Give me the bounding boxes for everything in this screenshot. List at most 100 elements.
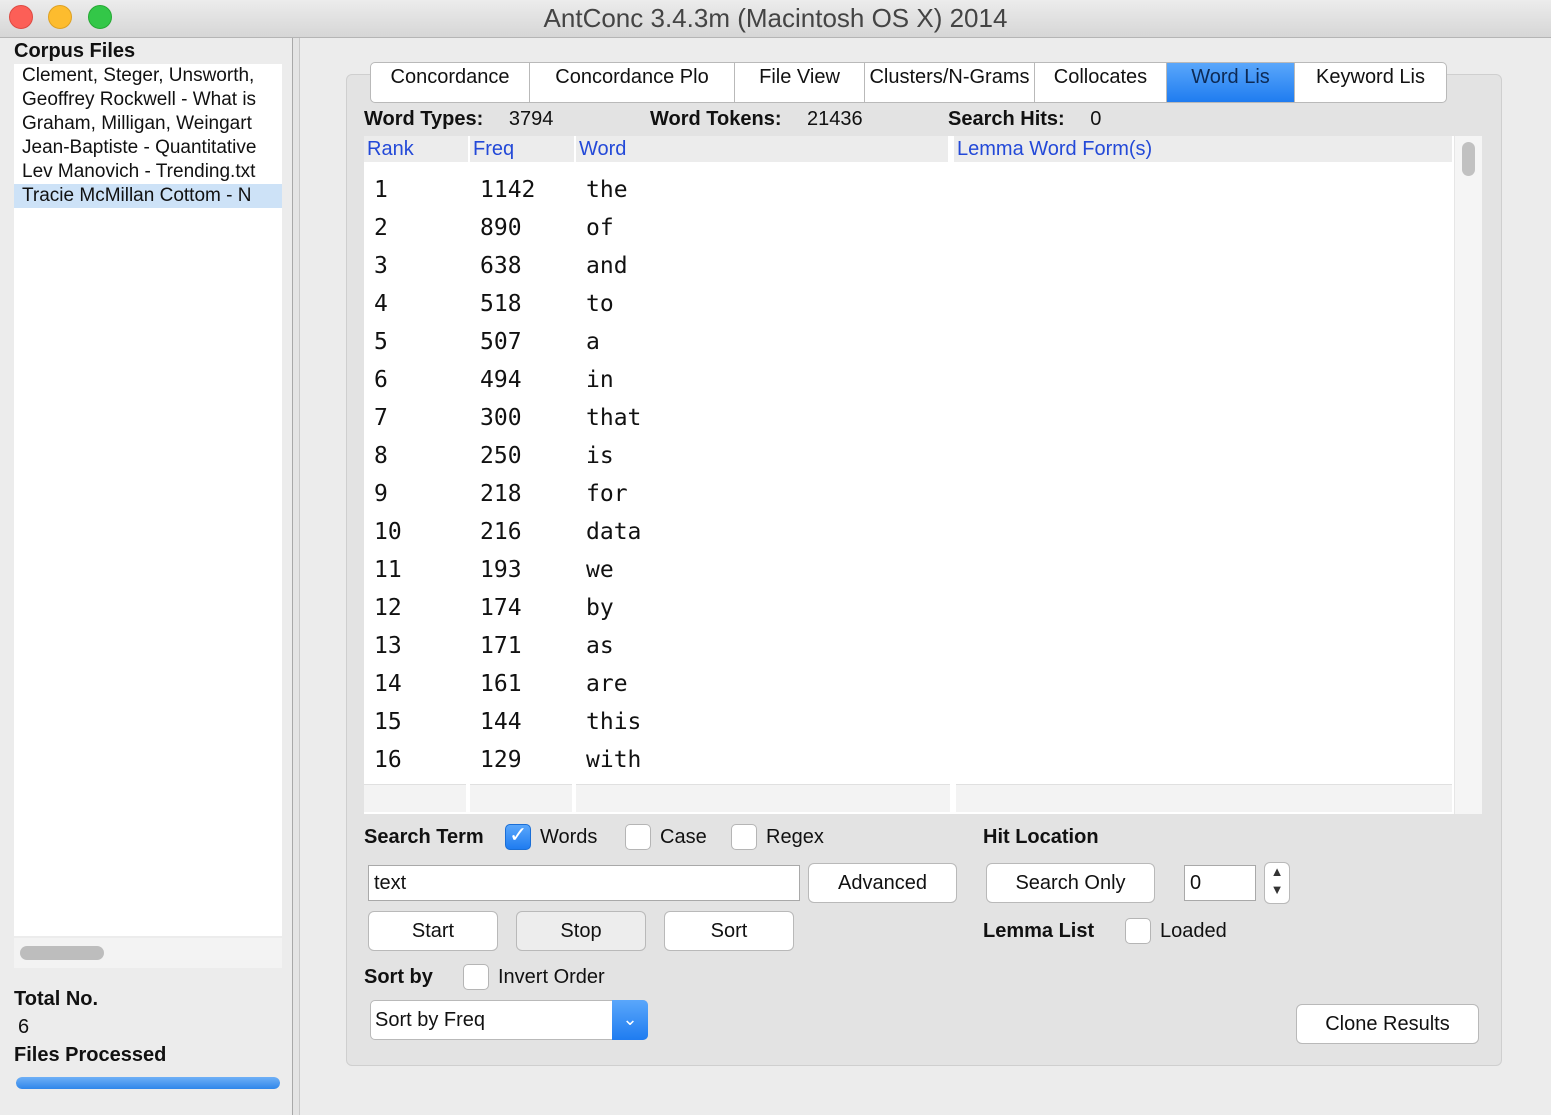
freq-column-footer (470, 784, 572, 812)
corpus-files-pane: Corpus Files Clement, Steger, Unsworth, G… (0, 38, 292, 1115)
rank-cell: 3 (374, 253, 388, 279)
words-checkbox[interactable] (505, 823, 531, 850)
search-hits-label: Search Hits: (948, 108, 1065, 130)
word-list-results-table[interactable]: Rank Freq Word Lemma Word Form(s) 1 1142 t… (364, 136, 1482, 814)
rank-cell: 15 (374, 709, 402, 735)
word-column-footer (576, 784, 950, 812)
hit-location-stepper[interactable]: ▲ ▼ (1264, 862, 1290, 904)
tab-keyword-lis[interactable]: Keyword Lis (1295, 62, 1447, 103)
regex-checkbox[interactable] (731, 824, 757, 850)
case-label[interactable]: Case (660, 826, 707, 849)
table-row[interactable]: 10 216 data (364, 515, 1452, 553)
clone-results-button[interactable]: Clone Results (1296, 1004, 1479, 1044)
tab-collocates[interactable]: Collocates (1035, 62, 1167, 103)
rank-cell: 13 (374, 633, 402, 659)
freq-cell: 174 (480, 595, 522, 621)
table-row[interactable]: 4 518 to (364, 287, 1452, 325)
words-label[interactable]: Words (540, 826, 597, 849)
sort-button[interactable]: Sort (664, 911, 794, 951)
tab-concordance[interactable]: Concordance (370, 62, 530, 103)
freq-cell: 218 (480, 481, 522, 507)
rank-cell: 8 (374, 443, 388, 469)
table-row[interactable]: 8 250 is (364, 439, 1452, 477)
word-cell: a (586, 329, 600, 355)
chevron-down-icon[interactable]: ⌄ (612, 1000, 648, 1040)
tab-clusters-n-grams[interactable]: Clusters/N-Grams (865, 62, 1035, 103)
freq-cell: 507 (480, 329, 522, 355)
stepper-up-icon[interactable]: ▲ (1265, 863, 1289, 881)
file-list-horizontal-scrollbar[interactable] (14, 938, 282, 968)
progress-bar-fill (16, 1077, 280, 1089)
word-cell: for (586, 481, 628, 507)
hit-location-value-input[interactable]: 0 (1184, 865, 1256, 901)
corpus-file-item[interactable]: Lev Manovich - Trending.txt (14, 160, 282, 184)
table-row[interactable]: 16 129 with (364, 743, 1452, 781)
window-title: AntConc 3.4.3m (Macintosh OS X) 2014 (543, 3, 1008, 33)
freq-cell: 171 (480, 633, 522, 659)
freq-cell: 250 (480, 443, 522, 469)
search-hits-stat: Search Hits: 0 (948, 108, 1101, 131)
corpus-file-item[interactable]: Tracie McMillan Cottom - N (14, 184, 282, 208)
word-cell: data (586, 519, 642, 545)
column-header-freq[interactable]: Freq (470, 136, 574, 162)
rank-cell: 2 (374, 215, 388, 241)
corpus-file-list[interactable]: Clement, Steger, Unsworth, Geoffrey Rockw… (14, 64, 282, 936)
tab-file-view[interactable]: File View (735, 62, 865, 103)
lemma-loaded-label[interactable]: Loaded (1160, 920, 1227, 943)
lemma-column-footer (956, 784, 1452, 812)
lemma-loaded-checkbox[interactable] (1125, 918, 1151, 944)
word-cell: with (586, 747, 642, 773)
corpus-file-item[interactable]: Clement, Steger, Unsworth, (14, 64, 282, 88)
stepper-down-icon[interactable]: ▼ (1265, 881, 1289, 899)
case-checkbox[interactable] (625, 824, 651, 850)
freq-cell: 129 (480, 747, 522, 773)
freq-cell: 638 (480, 253, 522, 279)
column-header-word[interactable]: Word (576, 136, 948, 162)
table-row[interactable]: 1 1142 the (364, 173, 1452, 211)
lemma-list-label: Lemma List (983, 920, 1095, 942)
sort-by-select[interactable]: Sort by Freq ⌄ (370, 1000, 648, 1040)
start-button[interactable]: Start (368, 911, 498, 951)
corpus-file-item[interactable]: Geoffrey Rockwell - What is (14, 88, 282, 112)
sort-by-label: Sort by (364, 966, 433, 988)
search-term-input[interactable]: text (368, 865, 800, 901)
word-cell: we (586, 557, 614, 583)
tab-concordance-plo[interactable]: Concordance Plo (530, 62, 735, 103)
search-only-button[interactable]: Search Only (986, 863, 1155, 903)
total-no-label: Total No. (14, 988, 99, 1010)
word-types-label: Word Types: (364, 108, 484, 130)
table-row[interactable]: 15 144 this (364, 705, 1452, 743)
table-row[interactable]: 13 171 as (364, 629, 1452, 667)
pane-split-divider[interactable] (292, 38, 300, 1115)
word-cell: that (586, 405, 642, 431)
invert-order-checkbox[interactable] (463, 964, 489, 990)
table-row[interactable]: 2 890 of (364, 211, 1452, 249)
tool-tab-bar: Concordance Concordance Plo File View Clust… (370, 62, 1447, 103)
table-row[interactable]: 9 218 for (364, 477, 1452, 515)
rank-cell: 12 (374, 595, 402, 621)
table-row[interactable]: 7 300 that (364, 401, 1452, 439)
table-row[interactable]: 3 638 and (364, 249, 1452, 287)
table-row[interactable]: 6 494 in (364, 363, 1452, 401)
column-header-rank[interactable]: Rank (364, 136, 468, 162)
results-vertical-scrollbar[interactable] (1454, 136, 1482, 814)
freq-cell: 144 (480, 709, 522, 735)
rank-cell: 14 (374, 671, 402, 697)
regex-label[interactable]: Regex (766, 826, 824, 849)
table-row[interactable]: 14 161 are (364, 667, 1452, 705)
invert-order-label[interactable]: Invert Order (498, 966, 605, 989)
advanced-button[interactable]: Advanced (808, 863, 957, 903)
title-bar: AntConc 3.4.3m (Macintosh OS X) 2014 (0, 0, 1551, 38)
table-row[interactable]: 12 174 by (364, 591, 1452, 629)
table-row[interactable]: 11 193 we (364, 553, 1452, 591)
hit-location-label: Hit Location (983, 826, 1099, 848)
scrollbar-thumb[interactable] (1462, 142, 1475, 176)
word-cell: in (586, 367, 614, 393)
corpus-file-item[interactable]: Jean-Baptiste - Quantitative (14, 136, 282, 160)
corpus-file-item[interactable]: Graham, Milligan, Weingart (14, 112, 282, 136)
tab-word-lis[interactable]: Word Lis (1167, 62, 1295, 103)
table-row[interactable]: 5 507 a (364, 325, 1452, 363)
scrollbar-thumb[interactable] (20, 946, 104, 960)
stop-button[interactable]: Stop (516, 911, 646, 951)
column-header-lemma-word-forms[interactable]: Lemma Word Form(s) (954, 136, 1452, 162)
